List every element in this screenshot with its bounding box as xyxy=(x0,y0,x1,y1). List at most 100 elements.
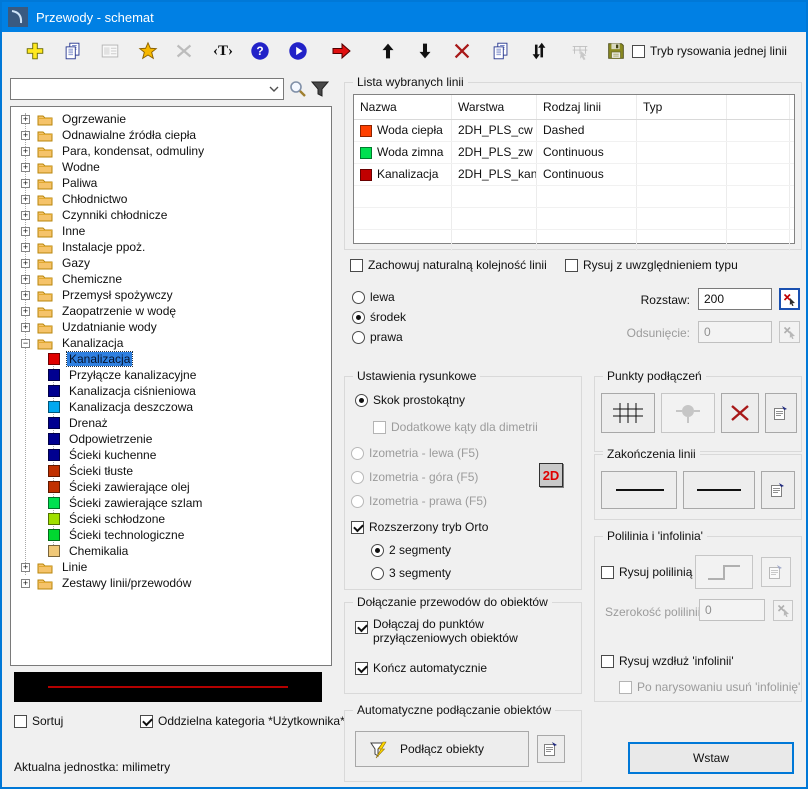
radio[interactable] xyxy=(371,567,384,580)
expand-plus-box[interactable]: + xyxy=(21,563,30,572)
auto-connect-settings-button[interactable] xyxy=(537,735,565,763)
radio[interactable] xyxy=(371,544,384,557)
radio[interactable] xyxy=(352,291,365,304)
checkbox[interactable] xyxy=(350,259,363,272)
tree-item[interactable]: +Para, kondensat, odmuliny xyxy=(11,143,327,159)
rect-snap-radio[interactable]: Skok prostokątny xyxy=(355,393,465,407)
attach-points-checkbox[interactable]: Dołączaj do punktów przyłączeniowych obi… xyxy=(355,617,575,645)
remove-line-button[interactable] xyxy=(449,38,475,64)
expand-plus-box[interactable]: + xyxy=(21,291,30,300)
checkbox[interactable] xyxy=(601,655,614,668)
table-row[interactable]: Kanalizacja2DH_PLS_kanContinuous xyxy=(354,164,794,186)
expand-plus-box[interactable]: + xyxy=(21,147,30,156)
grid-points-button[interactable] xyxy=(601,393,655,433)
delete-points-button[interactable] xyxy=(721,393,759,433)
connect-objects-button[interactable]: Podłącz obiekty xyxy=(355,731,529,767)
duplicate-button[interactable] xyxy=(488,38,514,64)
mode-2d-badge[interactable]: 2D xyxy=(539,463,563,487)
tree-item[interactable]: +Inne xyxy=(11,223,327,239)
tree-item[interactable]: Kanalizacja xyxy=(11,351,327,367)
checkbox[interactable] xyxy=(601,566,614,579)
checkbox[interactable] xyxy=(140,715,153,728)
properties-form-button[interactable] xyxy=(97,38,123,64)
expand-plus-box[interactable]: + xyxy=(21,179,30,188)
endings-settings-button[interactable] xyxy=(761,471,795,509)
favorite-button[interactable] xyxy=(135,38,161,64)
extended-ortho-checkbox[interactable]: Rozszerzony tryb Orto xyxy=(351,520,488,534)
checkbox[interactable] xyxy=(355,662,368,675)
column-header[interactable] xyxy=(727,95,790,119)
checkbox[interactable] xyxy=(565,259,578,272)
expand-plus-box[interactable]: + xyxy=(21,195,30,204)
tree-item[interactable]: Ścieki zawierające szlam xyxy=(11,495,327,511)
checkbox[interactable] xyxy=(355,621,368,634)
align-center-radio[interactable]: środek xyxy=(352,310,406,324)
expand-plus-box[interactable]: + xyxy=(21,227,30,236)
column-header[interactable]: Warstwa xyxy=(452,95,537,119)
text-label-button[interactable]: ‹T› xyxy=(210,38,236,64)
radio[interactable] xyxy=(352,311,365,324)
category-tree[interactable]: +Ogrzewanie+Odnawialne źródła ciepła+Par… xyxy=(10,106,332,666)
tree-item[interactable]: Kanalizacja ciśnieniowa xyxy=(11,383,327,399)
tree-item[interactable]: Kanalizacja deszczowa xyxy=(11,399,327,415)
tree-item[interactable]: +Ogrzewanie xyxy=(11,111,327,127)
tree-item[interactable]: Ścieki tłuste xyxy=(11,463,327,479)
checkbox[interactable] xyxy=(14,715,27,728)
search-input[interactable] xyxy=(10,78,284,100)
collapse-minus-box[interactable]: − xyxy=(21,339,30,348)
tree-item[interactable]: +Linie xyxy=(11,559,327,575)
expand-plus-box[interactable]: + xyxy=(21,307,30,316)
tree-item[interactable]: +Gazy xyxy=(11,255,327,271)
tree-item[interactable]: Chemikalia xyxy=(11,543,327,559)
selected-lines-table[interactable]: NazwaWarstwaRodzaj liniiTypWoda ciepła2D… xyxy=(353,94,795,244)
expand-plus-box[interactable]: + xyxy=(21,211,30,220)
chevron-down-icon[interactable] xyxy=(269,86,279,93)
draw-polyline-checkbox[interactable]: Rysuj polilinią xyxy=(601,565,692,579)
table-empty-row[interactable] xyxy=(354,230,794,252)
expand-plus-box[interactable]: + xyxy=(21,275,30,284)
tree-item[interactable]: +Instalacje ppoż. xyxy=(11,239,327,255)
tree-item[interactable]: +Chemiczne xyxy=(11,271,327,287)
tree-item[interactable]: +Odnawialne źródła ciepła xyxy=(11,127,327,143)
radio[interactable] xyxy=(352,331,365,344)
expand-plus-box[interactable]: + xyxy=(21,163,30,172)
sort-checkbox[interactable]: Sortuj xyxy=(14,714,63,728)
table-empty-row[interactable] xyxy=(354,208,794,230)
tree-item[interactable]: +Zestawy linii/przewodów xyxy=(11,575,327,591)
filter-button[interactable] xyxy=(310,79,330,102)
tree-item[interactable]: Ścieki zawierające olej xyxy=(11,479,327,495)
draw-along-infoline-checkbox[interactable]: Rysuj wzdłuż 'infolinii' xyxy=(601,654,734,668)
run-button[interactable] xyxy=(285,38,311,64)
title-bar[interactable]: Przewody - schemat xyxy=(2,2,806,32)
column-header[interactable]: Nazwa xyxy=(354,95,452,119)
expand-plus-box[interactable]: + xyxy=(21,243,30,252)
copy-line-button[interactable] xyxy=(60,38,86,64)
tree-item[interactable]: Ścieki schłodzone xyxy=(11,511,327,527)
keep-order-checkbox[interactable]: Zachowuj naturalną kolejność linii xyxy=(350,258,547,272)
move-up-button[interactable] xyxy=(375,38,401,64)
expand-plus-box[interactable]: + xyxy=(21,579,30,588)
align-right-radio[interactable]: prawa xyxy=(352,330,403,344)
column-header[interactable]: Typ xyxy=(637,95,727,119)
tree-item[interactable]: +Chłodnictwo xyxy=(11,191,327,207)
move-down-button[interactable] xyxy=(412,38,438,64)
checkbox[interactable] xyxy=(632,45,645,58)
insert-button[interactable]: Wstaw xyxy=(628,742,794,774)
expand-plus-box[interactable]: + xyxy=(21,323,30,332)
table-row[interactable]: Woda zimna2DH_PLS_zwContinuous xyxy=(354,142,794,164)
help-button[interactable]: ? xyxy=(247,38,273,64)
reorder-button[interactable] xyxy=(526,38,552,64)
line-start-button[interactable] xyxy=(601,471,677,509)
add-line-button[interactable] xyxy=(22,38,48,64)
save-button[interactable] xyxy=(603,38,629,64)
expand-plus-box[interactable]: + xyxy=(21,115,30,124)
column-header[interactable]: Rodzaj linii xyxy=(537,95,637,119)
tree-item[interactable]: +Czynniki chłodnicze xyxy=(11,207,327,223)
insert-arrow-button[interactable] xyxy=(328,38,354,64)
draw-with-type-checkbox[interactable]: Rysuj z uwzględnieniem typu xyxy=(565,258,738,272)
segments-2-radio[interactable]: 2 segmenty xyxy=(371,543,451,557)
checkbox[interactable] xyxy=(351,521,364,534)
tree-item[interactable]: +Uzdatnianie wody xyxy=(11,319,327,335)
search-button[interactable] xyxy=(288,79,308,102)
table-row[interactable]: Woda ciepła2DH_PLS_cwDashed xyxy=(354,120,794,142)
